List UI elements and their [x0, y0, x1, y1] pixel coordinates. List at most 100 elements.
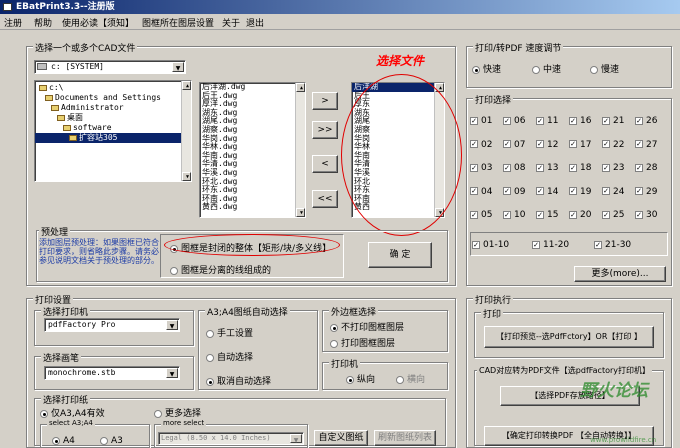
tree-item-administrator[interactable]: Administrator: [35, 103, 191, 113]
print-checkbox[interactable]: ✓ 16: [569, 116, 591, 126]
checkbox-checked-icon[interactable]: ✓: [470, 140, 478, 148]
tree-item-software[interactable]: software: [35, 123, 191, 133]
group-01-10[interactable]: ✓ 01-10: [472, 240, 509, 250]
print-checkbox[interactable]: ✓ 02: [470, 140, 492, 150]
checkbox-checked-icon[interactable]: ✓: [635, 140, 643, 148]
print-checkbox[interactable]: ✓ 26: [635, 116, 657, 126]
checkbox-checked-icon[interactable]: ✓: [470, 187, 478, 195]
checkbox-checked-icon[interactable]: ✓: [536, 210, 544, 219]
checkbox-checked-icon[interactable]: ✓: [635, 116, 643, 125]
print-checkbox[interactable]: ✓ 25: [602, 210, 624, 220]
folder-tree[interactable]: c:\ Documents and Settings Administrator…: [34, 80, 192, 182]
print-checkbox[interactable]: ✓ 04: [470, 187, 492, 197]
checkbox-checked-icon[interactable]: ✓: [635, 210, 643, 219]
print-checkbox[interactable]: ✓ 23: [602, 163, 624, 173]
no-print-frame-option[interactable]: 不打印图框图层: [330, 320, 404, 333]
print-checkbox[interactable]: ✓ 27: [635, 140, 657, 150]
print-checkbox[interactable]: ✓ 17: [569, 140, 591, 150]
checkbox-checked-icon[interactable]: ✓: [569, 187, 577, 195]
print-checkbox[interactable]: ✓ 09: [503, 187, 525, 197]
print-checkbox[interactable]: ✓ 14: [536, 187, 558, 197]
printer-select[interactable]: pdfFactory Pro ▼: [44, 318, 180, 332]
menu-help[interactable]: 帮助: [34, 16, 52, 29]
radio-checked-icon[interactable]: [346, 375, 354, 384]
file-list[interactable]: 后洋湖.dwg 后王.dwg 厚洋.dwg 湖东.dwg 湖尾.dwg 湖察.dwg 华岗.…: [199, 82, 306, 218]
checkbox-checked-icon[interactable]: ✓: [602, 187, 610, 195]
tree-item-desktop[interactable]: 桌面: [35, 113, 191, 123]
print-checkbox[interactable]: ✓ 11: [536, 116, 558, 126]
checkbox-checked-icon[interactable]: ✓: [602, 116, 610, 125]
checkbox-checked-icon[interactable]: ✓: [536, 116, 544, 125]
auto-select-option[interactable]: 自动选择: [206, 350, 253, 363]
print-preview-button[interactable]: 【打印预览--选PdfFctory】OR【打印 】: [484, 326, 654, 348]
checkbox-checked-icon[interactable]: ✓: [536, 163, 544, 172]
checkbox-checked-icon[interactable]: ✓: [503, 140, 511, 148]
portrait-option[interactable]: 纵向: [346, 372, 375, 385]
drive-select[interactable]: c: [SYSTEM] ▼: [34, 60, 186, 74]
checkbox-checked-icon[interactable]: ✓: [536, 140, 544, 148]
checkbox-checked-icon[interactable]: ✓: [569, 116, 577, 125]
add-all-button[interactable]: >>: [312, 121, 338, 139]
radio-icon[interactable]: [154, 409, 162, 418]
remove-button[interactable]: <: [312, 155, 338, 173]
custom-frame-button[interactable]: 自定义图纸: [314, 430, 368, 446]
print-checkbox[interactable]: ✓ 01: [470, 116, 492, 126]
checkbox-checked-icon[interactable]: ✓: [470, 163, 478, 172]
checkbox-checked-icon[interactable]: ✓: [602, 210, 610, 219]
checkbox-checked-icon[interactable]: ✓: [470, 210, 478, 219]
chevron-down-icon[interactable]: ▼: [166, 368, 178, 378]
checkbox-checked-icon[interactable]: ✓: [602, 163, 610, 172]
menu-layer-settings[interactable]: 图框所在图层设置: [142, 16, 214, 29]
print-checkbox[interactable]: ✓ 07: [503, 140, 525, 150]
radio-icon[interactable]: [396, 375, 404, 384]
checkbox-checked-icon[interactable]: ✓: [503, 116, 511, 125]
tree-scrollbar[interactable]: ▲ ▼: [181, 81, 191, 181]
file-list-item[interactable]: 黄西.dwg: [200, 203, 305, 212]
print-frame-option[interactable]: 打印图框图层: [330, 336, 395, 349]
add-button[interactable]: >: [312, 92, 338, 110]
menu-about[interactable]: 关于: [222, 16, 240, 29]
speed-fast-option[interactable]: 快速: [472, 62, 501, 75]
tree-item-selected[interactable]: 扩容站305: [35, 133, 181, 143]
checkbox-checked-icon[interactable]: ✓: [470, 116, 478, 125]
checkbox-checked-icon[interactable]: ✓: [536, 187, 544, 195]
print-checkbox[interactable]: ✓ 08: [503, 163, 525, 173]
chevron-down-icon[interactable]: ▼: [166, 320, 178, 330]
print-checkbox[interactable]: ✓ 24: [602, 187, 624, 197]
print-checkbox[interactable]: ✓ 18: [569, 163, 591, 173]
radio-icon[interactable]: [206, 329, 214, 338]
radio-icon[interactable]: [330, 339, 338, 348]
landscape-option[interactable]: 横向: [396, 372, 425, 385]
checkbox-checked-icon[interactable]: ✓: [569, 210, 577, 219]
file-list-scrollbar[interactable]: ▲ ▼: [295, 83, 305, 217]
checkbox-checked-icon[interactable]: ✓: [569, 163, 577, 172]
print-checkbox[interactable]: ✓ 29: [635, 187, 657, 197]
checkbox-checked-icon[interactable]: ✓: [503, 163, 511, 172]
menu-exit[interactable]: 退出: [246, 16, 264, 29]
more-button[interactable]: 更多(more)...: [574, 266, 666, 282]
print-checkbox[interactable]: ✓ 05: [470, 210, 492, 220]
chevron-down-icon[interactable]: ▼: [172, 62, 184, 72]
more-select-combo[interactable]: Legal (8.50 x 14.0 Inches) ▼: [158, 432, 304, 445]
radio-checked-icon[interactable]: [472, 65, 480, 74]
preprocess-confirm-button[interactable]: 确 定: [368, 242, 432, 268]
print-checkbox[interactable]: ✓ 19: [569, 187, 591, 197]
radio-checked-icon[interactable]: [206, 377, 214, 386]
manual-setting-option[interactable]: 手工设置: [206, 326, 253, 339]
checkbox-checked-icon[interactable]: ✓: [635, 163, 643, 172]
checkbox-checked-icon[interactable]: ✓: [503, 187, 511, 195]
menu-register[interactable]: 注册: [4, 16, 22, 29]
paper-a3-option[interactable]: A3: [100, 436, 123, 446]
radio-icon[interactable]: [100, 436, 108, 445]
group-21-30[interactable]: ✓ 21-30: [594, 240, 631, 250]
checkbox-checked-icon[interactable]: ✓: [569, 140, 577, 148]
print-checkbox[interactable]: ✓ 21: [602, 116, 624, 126]
tree-item-root[interactable]: c:\: [35, 81, 191, 93]
chevron-down-icon[interactable]: ▼: [290, 434, 302, 444]
print-checkbox[interactable]: ✓ 10: [503, 210, 525, 220]
checkbox-checked-icon[interactable]: ✓: [635, 187, 643, 195]
radio-icon[interactable]: [590, 65, 598, 74]
checkbox-checked-icon[interactable]: ✓: [503, 210, 511, 219]
print-checkbox[interactable]: ✓ 06: [503, 116, 525, 126]
checkbox-checked-icon[interactable]: ✓: [602, 140, 610, 148]
